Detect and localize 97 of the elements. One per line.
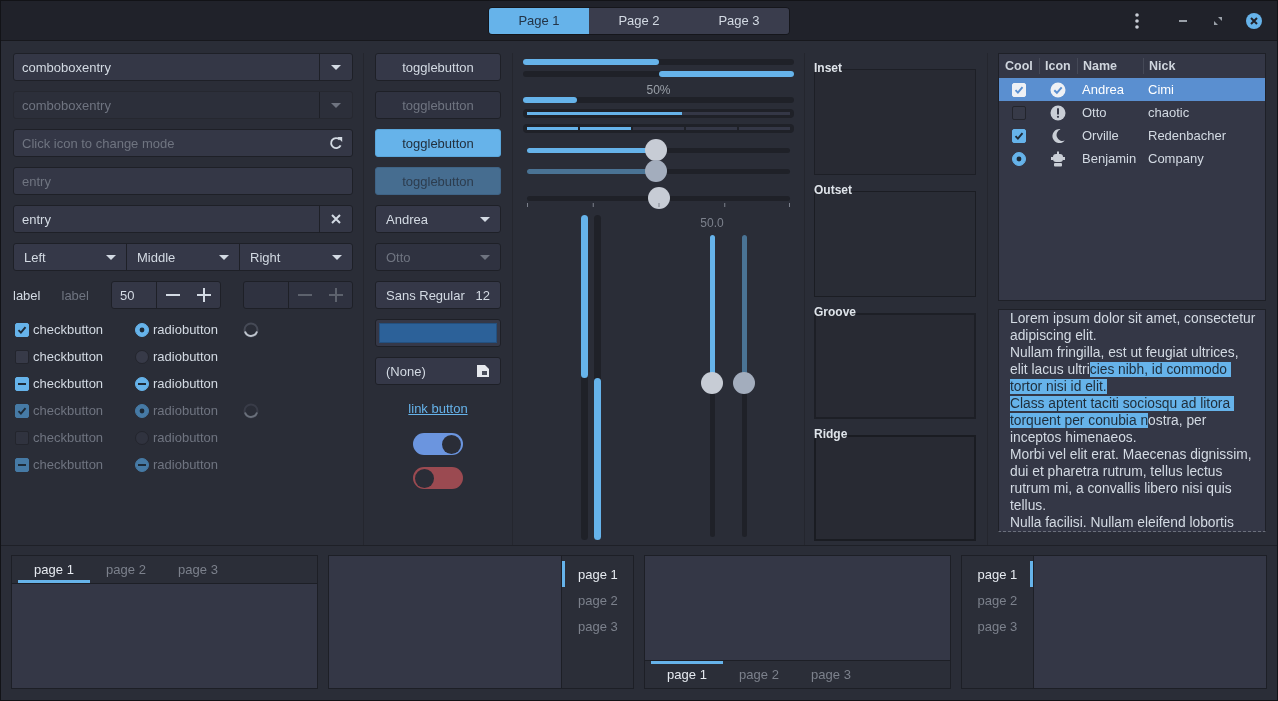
- table-cell-text: Redenbacher: [1147, 128, 1228, 143]
- table-row[interactable]: Orville Redenbacher: [999, 124, 1265, 147]
- progress-text: 50%: [646, 83, 671, 97]
- radio-button[interactable]: [1012, 151, 1026, 166]
- plus-icon: [197, 288, 211, 302]
- switch[interactable]: [413, 467, 463, 489]
- file-chooser-button[interactable]: (None): [375, 357, 501, 385]
- caret-icon: [331, 102, 341, 108]
- warning-icon: [1050, 104, 1066, 121]
- spin-button[interactable]: 50: [111, 281, 221, 309]
- table-row[interactable]: Otto chaotic: [999, 101, 1265, 124]
- radio-button[interactable]: radiobutton: [133, 349, 219, 364]
- document-icon: [476, 364, 490, 378]
- tab[interactable]: Page 3: [689, 7, 789, 34]
- tab[interactable]: page 2: [90, 556, 162, 583]
- vertical-slider[interactable]: [701, 235, 723, 537]
- slider-thumb[interactable]: [700, 371, 723, 394]
- tab[interactable]: page 1: [651, 661, 723, 688]
- caret-icon: [331, 64, 341, 70]
- dropdown[interactable]: Middle: [126, 243, 240, 271]
- checkbox[interactable]: checkbutton: [13, 376, 104, 391]
- check-icon: [17, 405, 27, 416]
- combo-box-entry[interactable]: comboboxentry: [13, 53, 353, 81]
- frame-label: Groove: [814, 305, 856, 319]
- tab[interactable]: page 2: [961, 587, 1033, 613]
- frame-label: Outset: [814, 183, 852, 197]
- column-header[interactable]: Icon: [1039, 58, 1077, 74]
- table-cell-text: Company: [1147, 151, 1205, 166]
- toggle-button[interactable]: togglebutton: [375, 129, 501, 157]
- text-input[interactable]: comboboxentry: [14, 54, 319, 80]
- tab[interactable]: page 3: [162, 556, 234, 583]
- check-icon: [1014, 84, 1024, 95]
- table-cell-text: Otto: [1081, 105, 1108, 120]
- checkbox[interactable]: checkbutton: [13, 322, 104, 337]
- table-row[interactable]: Benjamin Company: [999, 147, 1265, 170]
- check-icon: [17, 324, 27, 335]
- text-input[interactable]: entry: [14, 206, 319, 232]
- frame-label: Ridge: [814, 427, 848, 441]
- table-cell-text: Cimi: [1147, 82, 1175, 97]
- column-header[interactable]: Nick: [1143, 58, 1265, 74]
- radio-button[interactable]: radiobutton: [133, 376, 219, 391]
- plus-icon: [329, 288, 343, 302]
- text-field[interactable]: entry: [13, 205, 353, 233]
- slider-thumb[interactable]: [644, 138, 667, 161]
- slider-value: 50.0: [700, 215, 724, 232]
- caret-icon: [332, 254, 342, 260]
- checkbox[interactable]: [1012, 105, 1026, 120]
- tab[interactable]: page 1: [562, 561, 633, 587]
- label: label: [13, 287, 42, 303]
- text-field[interactable]: entry: [14, 168, 352, 194]
- switch[interactable]: [413, 433, 463, 455]
- dropdown[interactable]: Right: [239, 243, 353, 271]
- close-icon: [331, 214, 341, 224]
- dropdown[interactable]: Left: [13, 243, 127, 271]
- column-header[interactable]: Name: [1077, 58, 1143, 74]
- slider[interactable]: [527, 139, 790, 161]
- robot-icon: [1050, 150, 1066, 167]
- moon-icon: [1050, 127, 1066, 144]
- label: label: [61, 287, 90, 303]
- caret-icon: [480, 216, 490, 222]
- font-button[interactable]: Sans Regular 12: [375, 281, 501, 309]
- tab[interactable]: Page 1: [489, 7, 589, 34]
- tab[interactable]: page 3: [795, 661, 867, 688]
- refresh-icon: [328, 136, 343, 150]
- caret-icon: [219, 254, 229, 260]
- text-field[interactable]: Click icon to change mode: [13, 129, 353, 157]
- menu-icon: [1135, 12, 1139, 29]
- column-header[interactable]: Cool: [999, 58, 1039, 74]
- table-cell-text: Andrea: [1081, 82, 1125, 97]
- tab[interactable]: page 3: [961, 613, 1033, 639]
- slider-thumb[interactable]: [647, 186, 670, 209]
- minimize-icon: [1179, 19, 1187, 22]
- table-cell-text: chaotic: [1147, 105, 1191, 120]
- table-cell-text: Benjamin: [1081, 151, 1138, 166]
- check-circle-icon: [1050, 81, 1066, 98]
- checkbox[interactable]: [1012, 128, 1026, 143]
- maximize-icon: [1214, 16, 1222, 25]
- link[interactable]: link button: [408, 401, 468, 417]
- frame-label: Inset: [814, 61, 842, 75]
- check-icon: [1014, 130, 1024, 141]
- tab[interactable]: page 1: [961, 561, 1033, 587]
- tab[interactable]: Page 2: [589, 7, 689, 34]
- text-input[interactable]: Click icon to change mode: [14, 130, 319, 156]
- tab[interactable]: page 2: [562, 587, 633, 613]
- toggle-button[interactable]: togglebutton: [375, 53, 501, 81]
- tab[interactable]: page 3: [562, 613, 633, 639]
- number-input[interactable]: 50: [112, 282, 156, 308]
- slider[interactable]: [527, 187, 790, 209]
- caret-icon: [106, 254, 116, 260]
- checkbox[interactable]: checkbutton: [13, 349, 104, 364]
- radio-button[interactable]: radiobutton: [133, 322, 219, 337]
- tab[interactable]: page 1: [18, 556, 90, 583]
- dropdown[interactable]: Andrea: [375, 205, 501, 233]
- tab[interactable]: page 2: [723, 661, 795, 688]
- caret-icon: [480, 254, 490, 260]
- close-icon: [1246, 12, 1262, 29]
- table-cell-text: Orville: [1081, 128, 1120, 143]
